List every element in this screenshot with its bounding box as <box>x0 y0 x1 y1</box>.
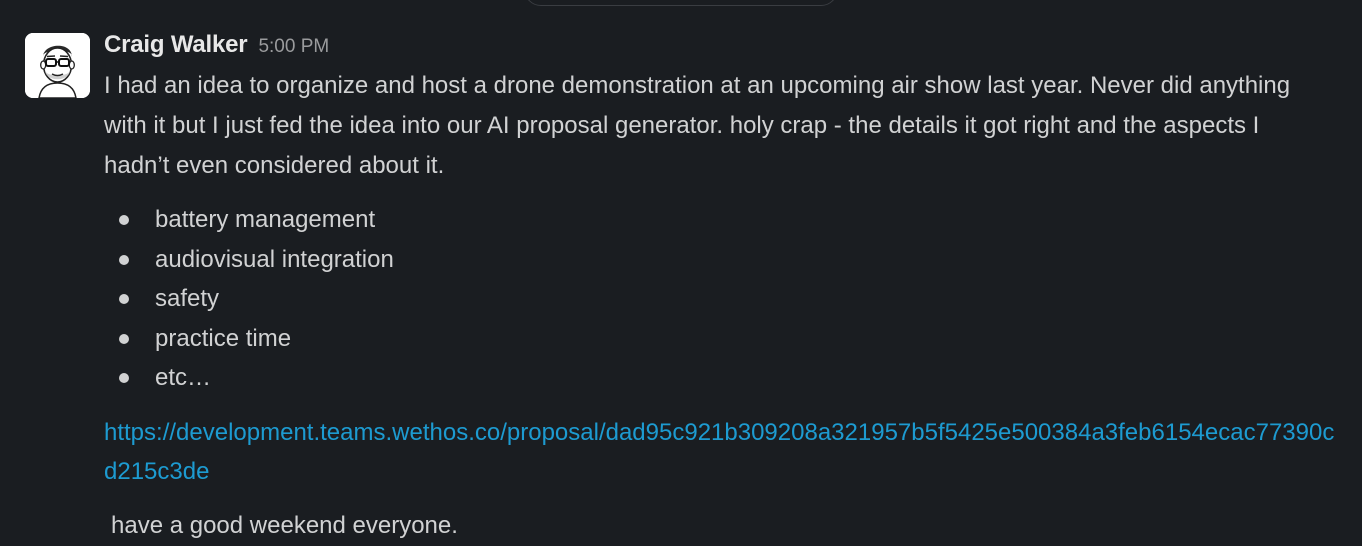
message-header: Craig Walker 5:00 PM <box>104 31 329 59</box>
bullet-icon <box>119 333 129 344</box>
bullet-icon <box>119 294 129 304</box>
list-item: battery management <box>104 200 394 240</box>
message-item: Craig Walker 5:00 PM I had an idea to org… <box>0 0 1362 546</box>
proposal-link[interactable]: https://development.teams.wethos.co/prop… <box>104 413 1339 491</box>
list-item: etc… <box>104 358 394 398</box>
avatar-illustration <box>25 33 90 98</box>
list-item-text: battery management <box>155 206 376 233</box>
list-item-text: etc… <box>155 364 212 391</box>
list-item: practice time <box>104 319 394 359</box>
message-timestamp[interactable]: 5:00 PM <box>258 36 329 57</box>
avatar[interactable] <box>25 33 90 98</box>
list-item-text: practice time <box>155 324 292 352</box>
bullet-icon <box>119 373 129 383</box>
list-item-text: audiovisual integration <box>155 245 394 273</box>
list-item-text: safety <box>155 285 220 312</box>
closing-text: have a good weekend everyone. <box>111 512 458 539</box>
bullet-icon <box>119 254 129 265</box>
author-name[interactable]: Craig Walker <box>104 31 248 58</box>
bullet-list: battery management audiovisual integrati… <box>104 200 394 398</box>
list-item: audiovisual integration <box>104 240 394 280</box>
bullet-icon <box>119 215 129 225</box>
message-text: I had an idea to organize and host a dro… <box>104 72 1291 179</box>
list-item: safety <box>104 279 394 319</box>
